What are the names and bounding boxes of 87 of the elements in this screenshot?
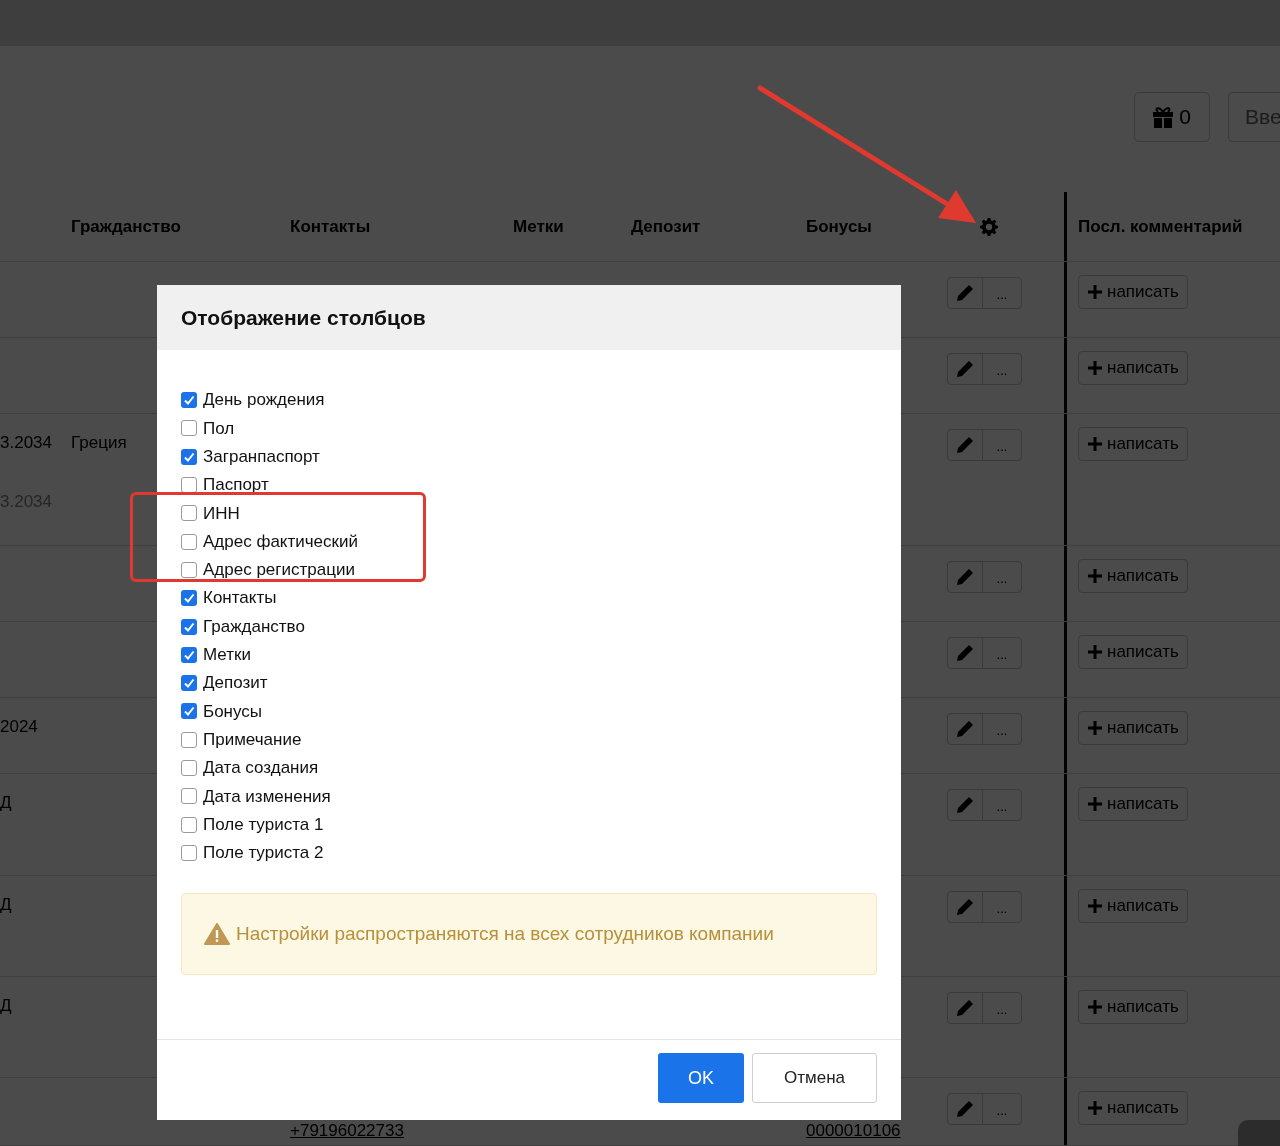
checkbox[interactable] [181, 420, 197, 437]
checkbox[interactable] [181, 646, 197, 663]
plus-icon [1087, 999, 1103, 1015]
checkbox[interactable] [181, 590, 197, 607]
plus-icon [1087, 568, 1103, 584]
write-comment-button[interactable]: написать [1078, 889, 1188, 923]
checkbox[interactable] [181, 703, 197, 720]
column-header: Депозит [631, 216, 701, 236]
checkbox[interactable] [181, 448, 197, 465]
pencil-icon [956, 436, 974, 454]
column-header: Посл. комментарий [1078, 216, 1243, 236]
column-option[interactable]: Загранпаспорт [181, 442, 320, 471]
column-option[interactable]: Примечание [181, 725, 302, 754]
write-comment-button[interactable]: написать [1078, 787, 1188, 821]
column-option[interactable]: Адрес регистрации [181, 555, 355, 585]
checkbox[interactable] [181, 760, 197, 776]
warning-icon [204, 923, 230, 946]
pencil-icon [956, 1100, 974, 1118]
column-option[interactable]: Поле туриста 1 [181, 810, 324, 839]
plus-icon [1087, 644, 1103, 660]
plus-icon [1087, 796, 1103, 812]
date-text: 2024 [0, 716, 39, 738]
column-option[interactable]: Контакты [181, 584, 277, 613]
pencil-icon [956, 644, 974, 662]
pencil-icon [956, 568, 974, 586]
write-comment-button[interactable]: написать [1078, 351, 1188, 385]
column-option[interactable]: ИНН [181, 499, 240, 528]
column-option[interactable]: Паспорт [181, 470, 269, 500]
bonus-count: 0 [1179, 104, 1191, 131]
column-option[interactable]: Дата создания [181, 753, 319, 783]
plus-icon [1087, 720, 1103, 736]
write-comment-button[interactable]: написать [1078, 1091, 1188, 1125]
checkbox[interactable] [181, 618, 197, 635]
write-comment-button[interactable]: написать [1078, 559, 1188, 593]
checkbox[interactable] [181, 561, 197, 578]
pencil-icon [956, 360, 974, 378]
column-option[interactable]: Бонусы [181, 697, 263, 726]
pencil-icon [956, 999, 974, 1017]
column-header: Гражданство [71, 216, 181, 236]
date-text: Д [0, 894, 13, 916]
checkbox[interactable] [181, 731, 197, 748]
column-header: Метки [513, 216, 564, 236]
column-option[interactable]: Метки [181, 640, 251, 669]
pencil-icon [956, 720, 974, 738]
warning-text: Настройки распространяются на всех сотрудников компании [236, 921, 774, 946]
citizenship-text: Греция [71, 433, 127, 452]
pencil-icon [956, 796, 974, 814]
dialog-title: Отображение столбцов [181, 304, 426, 331]
checkbox[interactable] [181, 505, 197, 522]
checkbox[interactable] [181, 392, 197, 409]
plus-icon [1087, 360, 1103, 376]
column-option[interactable]: Пол [181, 414, 235, 443]
column-option[interactable]: Гражданство [181, 612, 305, 641]
column-option[interactable]: День рождения [181, 386, 325, 415]
date-text: Д [0, 792, 13, 814]
write-comment-button[interactable]: написать [1078, 711, 1188, 745]
plus-icon [1087, 284, 1103, 300]
date-text: Д [0, 995, 13, 1017]
settings-icon[interactable] [980, 217, 998, 236]
checkbox[interactable] [181, 477, 197, 494]
gift-icon [1153, 106, 1174, 128]
bonus-button[interactable]: 0 [1134, 92, 1210, 142]
checkbox[interactable] [181, 533, 197, 550]
checkbox[interactable] [181, 788, 197, 805]
checkbox[interactable] [181, 844, 197, 861]
phone-link[interactable]: +79196022733 [290, 1121, 404, 1140]
plus-icon [1087, 1100, 1103, 1116]
write-comment-button[interactable]: написать [1078, 990, 1188, 1024]
write-comment-button[interactable]: написать [1078, 275, 1188, 309]
write-comment-button[interactable]: написать [1078, 635, 1188, 669]
ok-button[interactable]: OK [658, 1053, 744, 1103]
pencil-icon [956, 898, 974, 916]
checkbox[interactable] [181, 816, 197, 833]
column-option[interactable]: Поле туриста 2 [181, 838, 324, 868]
column-option[interactable]: Депозит [181, 668, 268, 698]
plus-icon [1087, 898, 1103, 914]
plus-icon [1087, 436, 1103, 452]
column-option[interactable]: Адрес фактический [181, 527, 358, 556]
bonus-link[interactable]: 0000010106 [806, 1121, 901, 1140]
column-header: Бонусы [806, 216, 872, 236]
pencil-icon [956, 284, 974, 302]
column-header: Контакты [290, 216, 371, 236]
cancel-button[interactable]: Отмена [752, 1053, 877, 1103]
checkbox[interactable] [181, 675, 197, 692]
write-comment-button[interactable]: написать [1078, 427, 1188, 461]
date-text: 3.2034 [0, 432, 53, 454]
column-option[interactable]: Дата изменения [181, 782, 331, 811]
